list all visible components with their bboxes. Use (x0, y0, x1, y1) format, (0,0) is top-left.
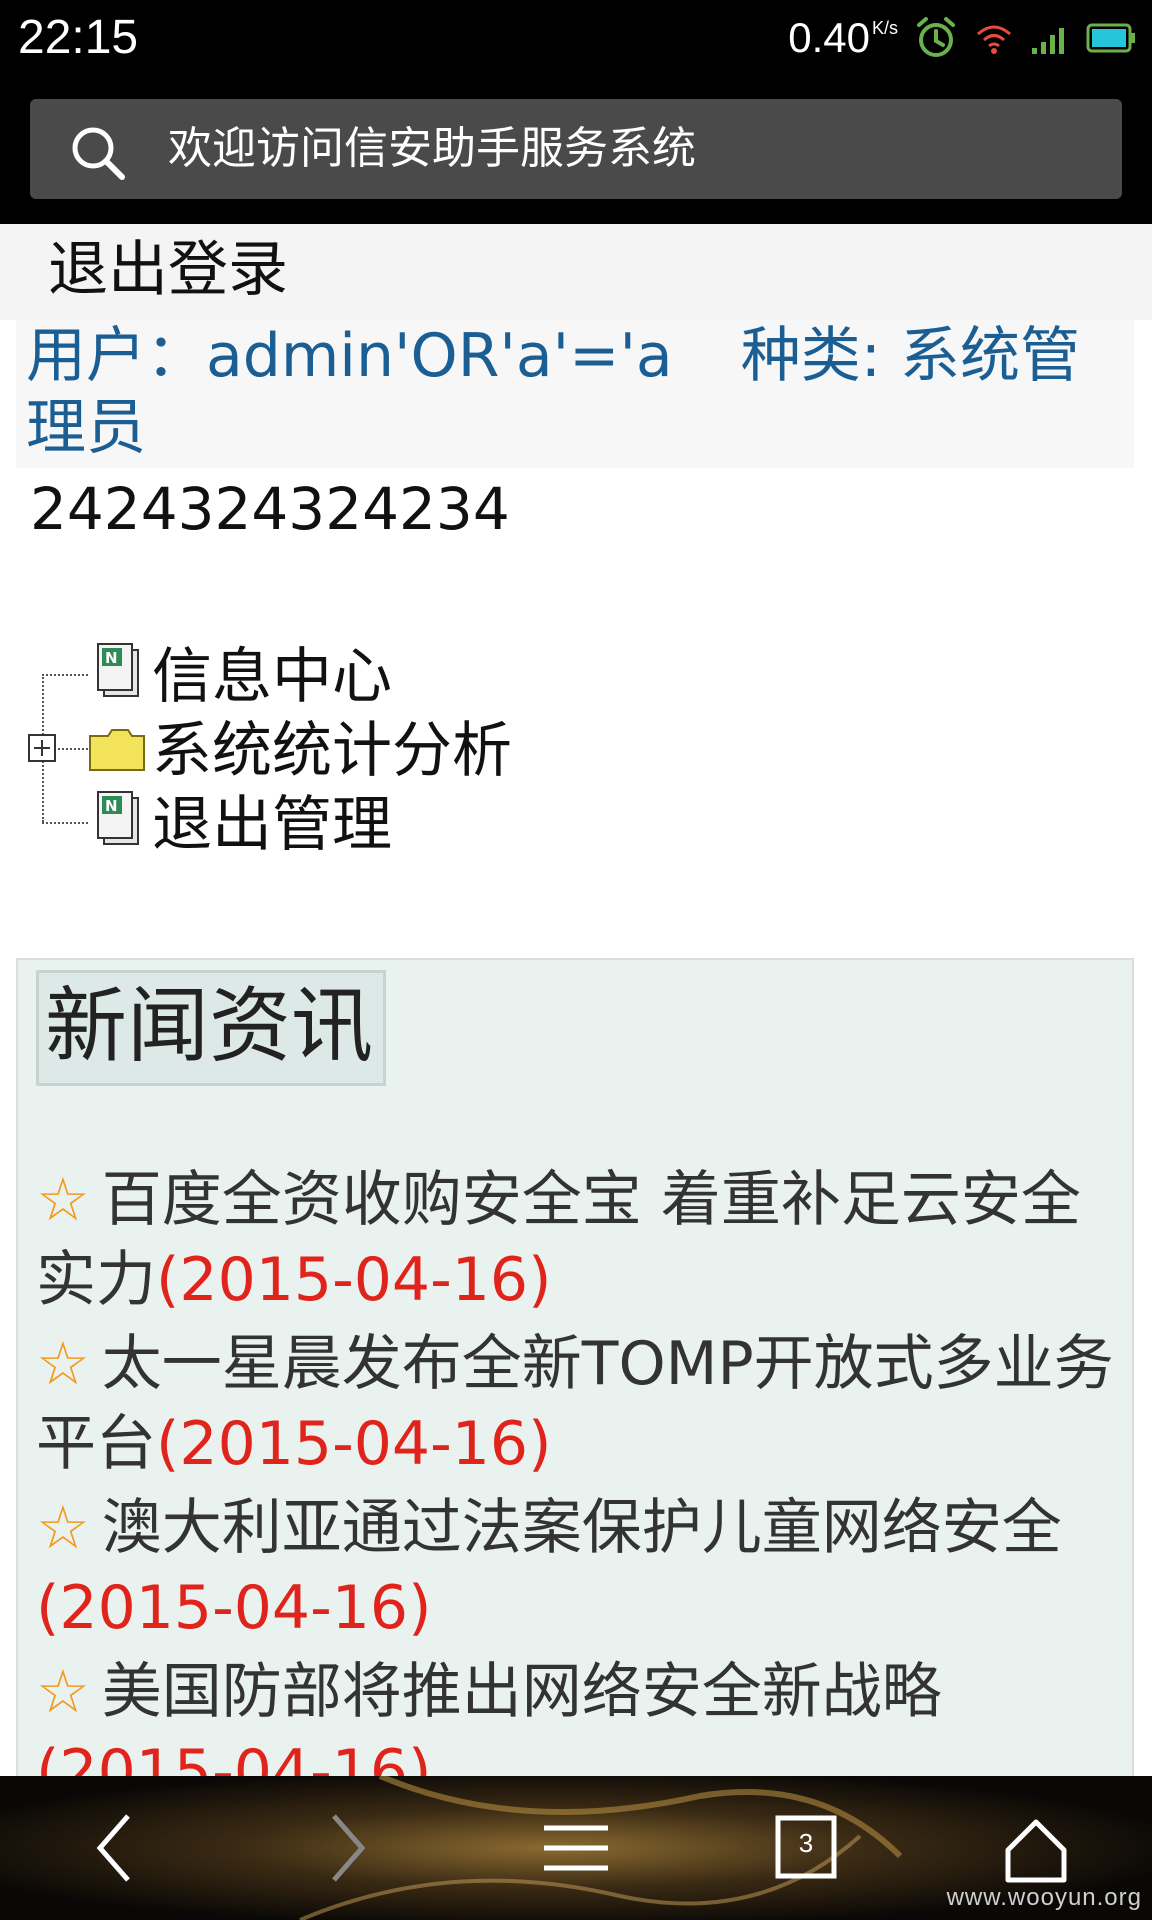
address-text: 欢迎访问信安助手服务系统 (168, 123, 696, 174)
tree-item-statistics[interactable]: 系统统计分析 (152, 714, 512, 788)
news-item-date: (2015-04-16) (36, 1737, 432, 1776)
tree-item-label: 信息中心 (152, 642, 392, 712)
network-speed: 0.40 K/s (788, 14, 898, 62)
folder-icon (89, 729, 145, 771)
document-icon: N (97, 791, 139, 845)
alarm-icon (917, 17, 955, 57)
document-icon: N (97, 643, 139, 697)
user-value: admin'OR'a'='a (206, 321, 673, 391)
search-icon (72, 127, 125, 180)
home-icon[interactable] (986, 1798, 1086, 1898)
wifi-icon (977, 25, 1011, 54)
back-icon[interactable] (66, 1798, 166, 1898)
status-indicators: 0.40 K/s (788, 14, 1136, 62)
tree-item-exit-management[interactable]: 退出管理 (152, 788, 392, 862)
status-time: 22:15 (18, 11, 139, 64)
star-icon: ☆ (36, 1329, 90, 1399)
forward-icon[interactable] (296, 1798, 396, 1898)
user-info: 用户：admin'OR'a'='a 种类: 系统管理员 (16, 320, 1134, 468)
watermark: www.wooyun.org (946, 1884, 1142, 1911)
news-item-date: (2015-04-16) (156, 1409, 552, 1479)
address-bar[interactable]: 欢迎访问信安助手服务系统 (30, 99, 1122, 199)
type-label: 种类: (740, 321, 900, 391)
svg-text:N: N (105, 797, 118, 815)
user-label: 用户： (26, 321, 206, 391)
svg-text:N: N (105, 649, 118, 667)
tree-connector (54, 748, 88, 750)
logout-link[interactable]: 退出登录 (48, 230, 288, 310)
news-item-date: (2015-04-16) (36, 1573, 432, 1643)
logout-row: 退出登录 (0, 224, 1152, 320)
tab-count: 3 (798, 1828, 814, 1858)
tabs-button[interactable]: 3 (756, 1798, 856, 1898)
news-item-date: (2015-04-16) (156, 1245, 552, 1315)
id-number: 2424324324234 (30, 475, 510, 543)
tree-item-info-center[interactable]: 信息中心 (152, 640, 392, 714)
news-item[interactable]: ☆ 美国防部将推出网络安全新战略 (2015-04-16) (36, 1652, 1116, 1776)
news-item[interactable]: ☆ 澳大利亚通过法案保护儿童网络安全 (2015-04-16) (36, 1488, 1116, 1648)
news-panel: 新闻资讯 ☆ 百度全资收购安全宝 着重补足云安全实力(2015-04-16) ☆ 太… (16, 958, 1134, 1776)
signal-icon (1032, 28, 1064, 54)
tree-connector (42, 822, 88, 824)
star-icon: ☆ (36, 1493, 90, 1563)
browser-toolbar: 欢迎访问信安助手服务系统 (0, 76, 1152, 224)
expand-icon[interactable] (28, 734, 56, 762)
news-item-text: 澳大利亚通过法案保护儿童网络安全 (101, 1493, 1062, 1563)
battery-icon (1086, 23, 1135, 53)
browser-nav-bar: 3 www.wooyun.org (0, 1776, 1152, 1920)
star-icon: ☆ (36, 1165, 90, 1235)
tree-connector (42, 674, 88, 676)
menu-icon[interactable] (526, 1798, 626, 1898)
news-item[interactable]: ☆ 太一星晨发布全新TOMP开放式多业务平台(2015-04-16) (36, 1324, 1116, 1484)
star-icon: ☆ (36, 1657, 90, 1727)
network-speed-value: 0.40 (788, 14, 870, 61)
news-item-text: 美国防部将推出网络安全新战略 (101, 1657, 942, 1727)
tree-menu: N 信息中心 系统统计分析 N 退出管理 (24, 634, 724, 894)
tree-item-label: 系统统计分析 (152, 716, 512, 786)
tree-item-label: 退出管理 (152, 790, 392, 860)
web-page: 退出登录 用户：admin'OR'a'='a 种类: 系统管理员 24243243… (0, 224, 1152, 1776)
status-bar: 22:15 0.40 K/s (0, 0, 1152, 76)
network-speed-unit: K/s (871, 18, 898, 38)
news-list: ☆ 百度全资收购安全宝 着重补足云安全实力(2015-04-16) ☆ 太一星晨发布… (36, 1160, 1116, 1776)
news-title: 新闻资讯 (36, 970, 386, 1086)
news-item[interactable]: ☆ 百度全资收购安全宝 着重补足云安全实力(2015-04-16) (36, 1160, 1116, 1320)
